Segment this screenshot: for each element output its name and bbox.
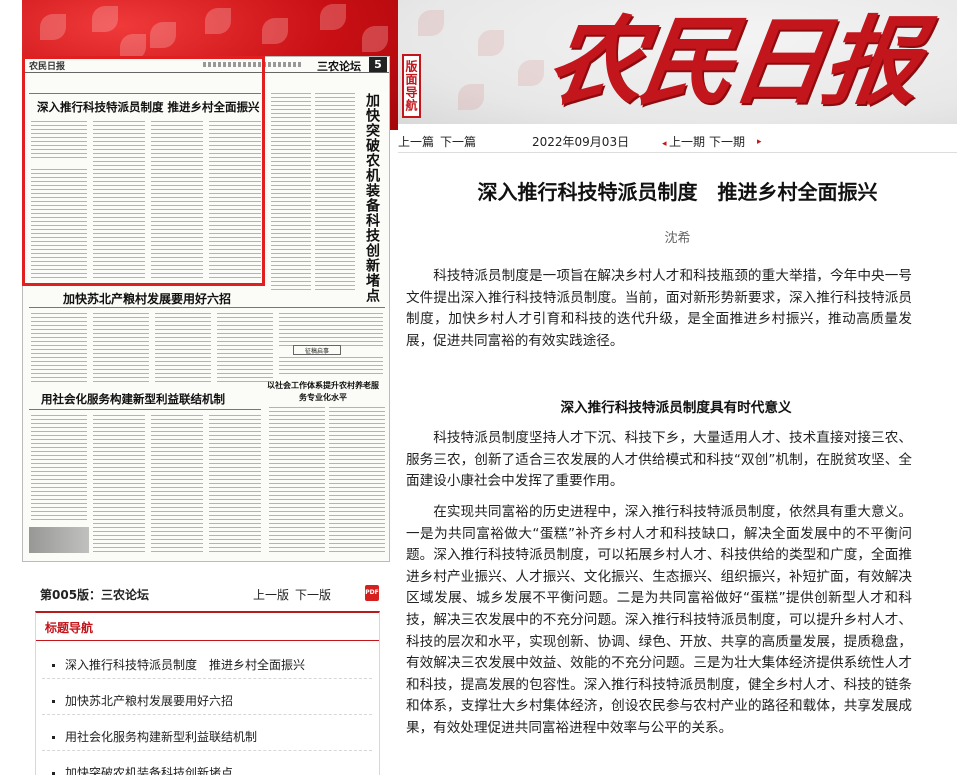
article-title: 深入推行科技特派员制度 推进乡村全面振兴 — [477, 180, 878, 204]
arrow-left-icon: ◂ — [662, 139, 667, 149]
article-paragraph: 科技特派员制度坚持人才下沉、科技下乡，大量适用人才、技术直接对接三农、服务三农，… — [406, 430, 912, 490]
thumbnail-section: 三农论坛 — [317, 60, 361, 73]
article-paragraph: 科技特派员制度是一项旨在解决乡村人才和科技瓶颈的重大举措，今年中央一号文件提出深… — [406, 268, 912, 349]
prev-issue-link[interactable]: ◂ 上一期 — [662, 133, 705, 150]
thumbnail-headline-third[interactable]: 用社会化服务构建新型利益联结机制 — [41, 391, 225, 407]
left-margin — [0, 0, 22, 775]
next-article-link[interactable]: 下一篇 — [440, 133, 476, 150]
bullet-icon — [52, 664, 55, 667]
arrow-right-icon: ▸ — [757, 137, 762, 147]
title-nav-heading: 标题导航 — [45, 621, 94, 635]
bullet-icon — [52, 700, 55, 703]
title-nav-item[interactable]: 加快突破农机装备科技创新堵点 — [52, 764, 233, 775]
thumbnail-headline-second[interactable]: 加快苏北产粮村发展要用好六招 — [63, 290, 231, 307]
article-author: 沈希 — [664, 231, 691, 246]
next-page-link[interactable]: 下一版 — [295, 586, 331, 603]
title-nav-item[interactable]: 加快苏北产粮村发展要用好六招 — [52, 692, 233, 709]
issue-date: 2022年09月03日 — [532, 135, 630, 149]
pdf-icon[interactable]: PDF — [365, 585, 379, 601]
article-subheading: 深入推行科技特派员制度具有时代意义 — [560, 400, 792, 416]
title-nav-item[interactable]: 用社会化服务构建新型利益联结机制 — [52, 728, 257, 745]
bullet-icon — [52, 736, 55, 739]
next-issue-link[interactable]: 下一期 — [709, 133, 745, 150]
newspaper-logo: 农民日报 — [540, 5, 925, 118]
thumbnail-column-head[interactable]: 以社会工作体系提升农村养老服务专业化水平 — [267, 379, 379, 403]
thumbnail-headline-vertical[interactable]: 加快突破农机装备科技创新堵点 — [360, 93, 382, 303]
prev-article-link[interactable]: 上一篇 — [398, 133, 434, 150]
thumbnail-notice-box: 征稿启事 — [293, 345, 341, 355]
thumbnail-image — [29, 527, 89, 553]
selected-article-highlight — [22, 56, 265, 286]
article-paragraph: 在实现共同富裕的历史进程中，深入推行科技特派员制度，依然具有重大意义。一是为共同… — [406, 504, 912, 736]
title-nav-item[interactable]: 深入推行科技特派员制度 推进乡村全面振兴 — [52, 656, 305, 673]
prev-page-link[interactable]: 上一版 — [253, 586, 289, 603]
thumbnail-page-number: 5 — [369, 57, 387, 72]
layout-nav-badge[interactable]: 版面导航 — [402, 54, 421, 118]
page-label: 第005版：三农论坛 — [40, 588, 150, 602]
